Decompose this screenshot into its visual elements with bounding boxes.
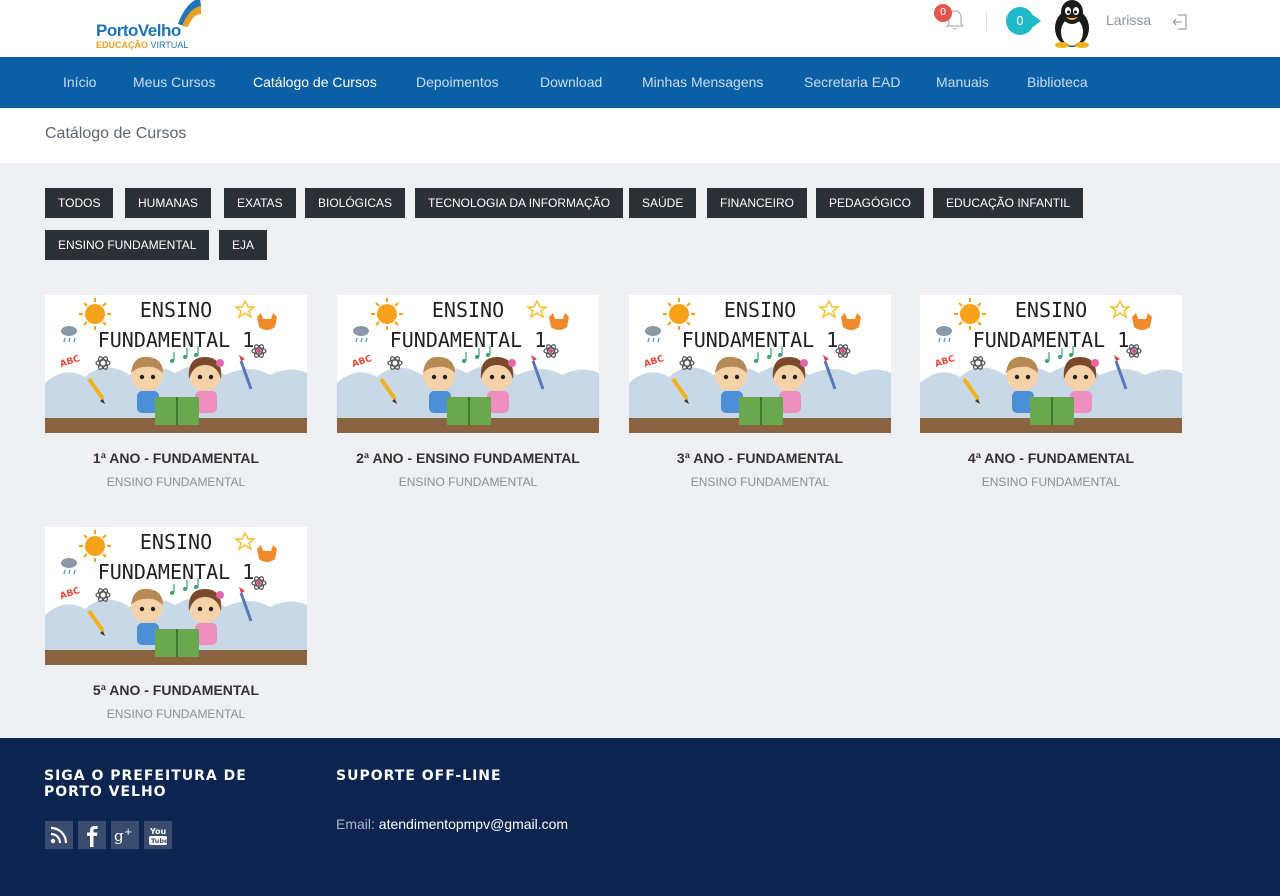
nav-item-biblioteca[interactable]: Biblioteca (1027, 57, 1088, 108)
google-plus-icon[interactable]: g + (111, 821, 139, 849)
nav-item-download[interactable]: Download (540, 57, 602, 108)
course-category: ENSINO FUNDAMENTAL (106, 707, 246, 721)
support-email: Email: atendimentopmpv@gmail.com (336, 816, 568, 832)
svg-text:FUNDAMENTAL 1: FUNDAMENTAL 1 (98, 560, 255, 584)
svg-text:ENSINO: ENSINO (724, 298, 796, 322)
course-thumbnail: ENSINO FUNDAMENTAL 1 ABC (629, 295, 891, 433)
nav-item-secretaria-ead[interactable]: Secretaria EAD (804, 57, 900, 108)
course-title[interactable]: 2ª ANO - ENSINO FUNDAMENTAL (337, 450, 599, 466)
site-footer: SIGA O PREFEITURA DE PORTO VELHO SUPORTE… (0, 738, 1280, 896)
course-title[interactable]: 5ª ANO - FUNDAMENTAL (45, 682, 307, 698)
svg-text:FUNDAMENTAL 1: FUNDAMENTAL 1 (390, 328, 547, 352)
course-thumbnail: ENSINO FUNDAMENTAL 1 ABC (337, 295, 599, 433)
svg-text:Tube: Tube (151, 837, 169, 845)
course-category: ENSINO FUNDAMENTAL (398, 475, 538, 489)
course-card[interactable]: ENSINO FUNDAMENTAL 1 ABC 5ª ANO - FUNDAM… (45, 527, 307, 727)
messages-badge[interactable]: 0 (1006, 7, 1041, 35)
email-label: Email: (336, 816, 375, 832)
svg-text:g: g (114, 827, 124, 845)
course-card[interactable]: ENSINO FUNDAMENTAL 1 ABC 3ª ANO - FUNDAM… (629, 295, 891, 495)
filter-todos[interactable]: TODOS (45, 188, 114, 218)
filter-saude[interactable]: SAÚDE (629, 188, 697, 218)
svg-text:FUNDAMENTAL 1: FUNDAMENTAL 1 (98, 328, 255, 352)
nav-item-depoimentos[interactable]: Depoimentos (416, 57, 499, 108)
footer-follow-heading: SIGA O PREFEITURA DE PORTO VELHO (44, 768, 247, 800)
course-thumbnail: ENSINO FUNDAMENTAL 1 ABC (45, 295, 307, 433)
course-title[interactable]: 3ª ANO - FUNDAMENTAL (629, 450, 891, 466)
nav-item-catalogo-de-cursos[interactable]: Catálogo de Cursos (253, 57, 377, 108)
filter-ensino-fundamental[interactable]: ENSINO FUNDAMENTAL (45, 230, 210, 260)
course-thumbnail: ENSINO FUNDAMENTAL 1 ABC (45, 527, 307, 665)
course-thumbnail: ENSINO FUNDAMENTAL 1 ABC (920, 295, 1182, 433)
facebook-icon[interactable] (78, 821, 106, 849)
email-address-link[interactable]: atendimentopmpv@gmail.com (379, 816, 568, 832)
course-card[interactable]: ENSINO FUNDAMENTAL 1 ABC 4ª ANO - FUNDAM… (920, 295, 1182, 495)
filter-biologicas[interactable]: BIOLÓGICAS (305, 188, 406, 218)
svg-text:ENSINO: ENSINO (140, 298, 212, 322)
svg-text:ENSINO: ENSINO (432, 298, 504, 322)
header-divider (986, 12, 987, 30)
main-navigation: Início Meus Cursos Catálogo de Cursos De… (0, 57, 1280, 108)
svg-text:FUNDAMENTAL 1: FUNDAMENTAL 1 (682, 328, 839, 352)
course-category: ENSINO FUNDAMENTAL (690, 475, 830, 489)
logout-icon[interactable] (1172, 13, 1188, 31)
svg-text:FUNDAMENTAL 1: FUNDAMENTAL 1 (973, 328, 1130, 352)
svg-text:ENSINO: ENSINO (1015, 298, 1087, 322)
filter-eja[interactable]: EJA (219, 230, 268, 260)
svg-text:+: + (124, 827, 132, 838)
top-header: PortoVelho EDUCAÇÃO VIRTUAL 0 0 Larissa (0, 0, 1280, 57)
filter-exatas[interactable]: EXATAS (224, 188, 296, 218)
filter-pedagogico[interactable]: PEDAGÓGICO (816, 188, 925, 218)
filter-humanas[interactable]: HUMANAS (125, 188, 212, 218)
nav-item-manuais[interactable]: Manuais (936, 57, 989, 108)
svg-text:ENSINO: ENSINO (140, 530, 212, 554)
logo-brand-text: PortoVelho (96, 21, 181, 40)
course-title[interactable]: 1ª ANO - FUNDAMENTAL (45, 450, 307, 466)
filter-tecnologia-da-informacao[interactable]: TECNOLOGIA DA INFORMAÇÃO (415, 188, 624, 218)
page-title: Catálogo de Cursos (45, 125, 187, 142)
filter-educacao-infantil[interactable]: EDUCAÇÃO INFANTIL (933, 188, 1084, 218)
nav-item-inicio[interactable]: Início (63, 57, 96, 108)
nav-item-meus-cursos[interactable]: Meus Cursos (133, 57, 215, 108)
youtube-icon[interactable]: You Tube (144, 821, 172, 849)
filter-financeiro[interactable]: FINANCEIRO (707, 188, 808, 218)
breadcrumb-bar: Catálogo de Cursos (0, 108, 1280, 163)
logo-subtitle: EDUCAÇÃO VIRTUAL (96, 40, 189, 50)
notifications-badge: 0 (934, 4, 952, 22)
footer-support-heading: SUPORTE OFF-LINE (336, 768, 502, 784)
course-category: ENSINO FUNDAMENTAL (981, 475, 1121, 489)
user-avatar[interactable] (1046, 0, 1098, 48)
porto-velho-logo[interactable]: PortoVelho EDUCAÇÃO VIRTUAL (96, 0, 206, 54)
course-card[interactable]: ENSINO FUNDAMENTAL 1 ABC 1ª ANO - FUNDAM… (45, 295, 307, 495)
svg-text:You: You (149, 827, 167, 836)
rss-icon[interactable] (45, 821, 73, 849)
nav-item-minhas-mensagens[interactable]: Minhas Mensagens (642, 57, 763, 108)
course-card[interactable]: ENSINO FUNDAMENTAL 1 ABC 2ª ANO - ENSINO… (337, 295, 599, 495)
username[interactable]: Larissa (1106, 12, 1151, 28)
course-category: ENSINO FUNDAMENTAL (106, 475, 246, 489)
course-title[interactable]: 4ª ANO - FUNDAMENTAL (920, 450, 1182, 466)
